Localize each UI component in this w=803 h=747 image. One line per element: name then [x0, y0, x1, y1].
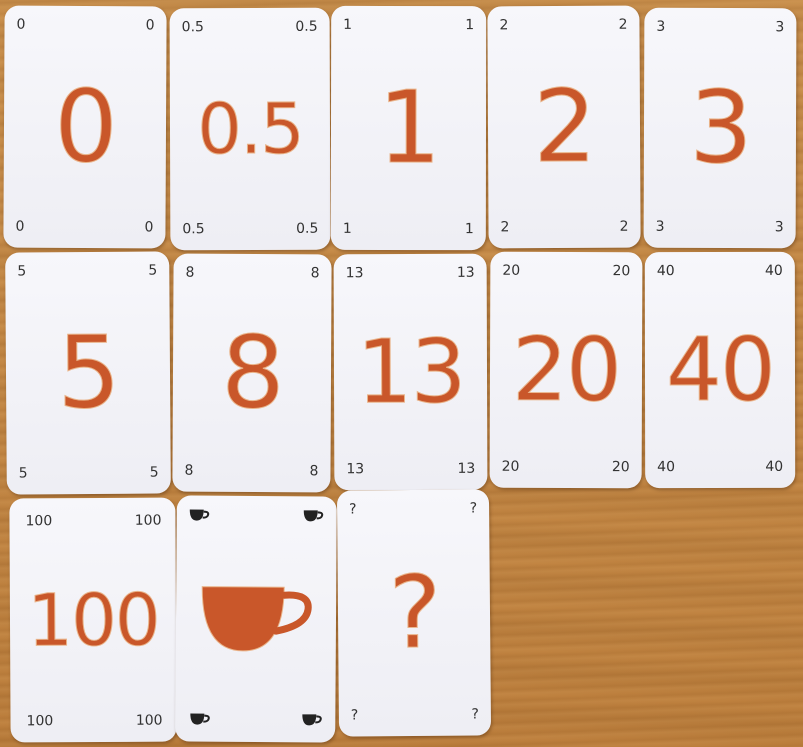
corner-bottom-right: 13	[457, 460, 476, 477]
card-20[interactable]: 20 20 20 20 20	[489, 251, 643, 489]
card-5[interactable]: 5 5 5 5 5	[5, 251, 171, 495]
corner-top-right: 2	[618, 16, 628, 33]
card-center-value: ?	[387, 553, 441, 672]
card-0-5[interactable]: 0.5 0.5 0.5 0.5 0.5	[169, 7, 331, 251]
corner-top-right: 1	[465, 17, 475, 34]
card-center-value: 3	[688, 68, 752, 187]
corner-bottom-right: 2	[619, 218, 629, 235]
corner-top-left: 0	[16, 16, 26, 33]
card-1[interactable]: 1 1 1 1 1	[330, 5, 487, 251]
coffee-cup-icon	[189, 509, 210, 521]
card-center-value: 1	[377, 68, 440, 187]
corner-top-left: ?	[349, 501, 357, 518]
card-center-value: 0.5	[197, 87, 304, 171]
corner-bottom-right: 0	[144, 219, 154, 236]
corner-top-right: ?	[469, 500, 478, 517]
corner-bottom-left: 1	[342, 220, 352, 237]
corner-top-left: 100	[25, 513, 53, 530]
corner-top-left: 5	[17, 263, 27, 280]
corner-bottom-right: 40	[765, 458, 784, 475]
corner-top-right: 13	[456, 264, 475, 281]
card-center-value: 40	[665, 317, 775, 422]
card-40[interactable]: 40 40 40 40 40	[644, 251, 796, 489]
corner-bottom-right: 8	[309, 463, 319, 480]
corner-bottom-left: 20	[501, 458, 520, 475]
corner-top-right: 0	[145, 17, 155, 34]
corner-top-right: 8	[310, 265, 320, 282]
card-0[interactable]: 0 0 0 0 0	[3, 5, 167, 249]
coffee-cup-icon	[302, 714, 322, 726]
corner-bottom-left: 3	[655, 218, 665, 235]
corner-top-left: 20	[502, 262, 521, 279]
card-8[interactable]: 8 8 8 8 8	[172, 253, 332, 493]
coffee-cup-icon	[201, 586, 312, 652]
card-center-value: 0	[53, 67, 117, 186]
card-coffee[interactable]	[175, 495, 337, 743]
card-center-value: 2	[532, 67, 596, 186]
corner-top-right: 3	[775, 19, 785, 36]
corner-top-left: 2	[499, 17, 509, 34]
card-center-value: 100	[27, 577, 160, 663]
wooden-table: 0 0 0 0 0 0.5 0.5 0.5 0.5 0.5 1 1 1 1 1 …	[0, 0, 803, 747]
corner-top-right: 5	[148, 262, 158, 279]
corner-top-left: 3	[656, 18, 666, 35]
corner-bottom-right: 0.5	[296, 220, 319, 237]
card-13[interactable]: 13 13 13 13 13	[333, 253, 488, 491]
corner-bottom-left: 2	[500, 219, 510, 236]
card-center-value: 8	[220, 313, 284, 432]
corner-bottom-right: 1	[464, 221, 474, 238]
coffee-cup-icon	[190, 713, 210, 725]
corner-top-right: 100	[134, 512, 162, 529]
corner-top-right: 40	[764, 262, 783, 279]
corner-top-right: 0.5	[295, 18, 318, 35]
corner-bottom-left: 0	[15, 218, 25, 235]
corner-bottom-left: 40	[657, 459, 676, 476]
coffee-cup-center	[176, 580, 337, 657]
card-3[interactable]: 3 3 3 3 3	[643, 7, 797, 249]
corner-bottom-right: ?	[471, 706, 479, 723]
corner-bottom-left: 13	[346, 461, 365, 478]
card-center-value: 5	[56, 313, 120, 432]
corner-bottom-right: 5	[149, 464, 159, 481]
corner-top-right: 20	[612, 263, 631, 280]
corner-bottom-left: 100	[26, 713, 54, 730]
corner-top-left: 1	[343, 16, 353, 33]
corner-bottom-left: 0.5	[182, 221, 205, 238]
card-100[interactable]: 100 100 100 100 100	[9, 497, 177, 743]
coffee-cup-icon	[303, 510, 324, 522]
corner-top-left: 0.5	[181, 19, 204, 36]
card-question[interactable]: ? ? ? ? ?	[336, 489, 492, 737]
corner-bottom-left: 8	[184, 462, 194, 479]
card-center-value: 20	[511, 317, 621, 422]
corner-bottom-left: 5	[18, 465, 28, 482]
corner-top-left: 13	[345, 265, 364, 282]
card-center-value: 13	[356, 319, 465, 424]
corner-top-left: 8	[185, 264, 195, 281]
corner-bottom-right: 3	[774, 219, 784, 236]
corner-bottom-left: ?	[350, 707, 359, 724]
corner-top-left: 40	[656, 263, 675, 280]
corner-bottom-right: 100	[135, 712, 163, 729]
card-2[interactable]: 2 2 2 2 2	[487, 5, 641, 249]
corner-bottom-right: 20	[611, 459, 630, 476]
